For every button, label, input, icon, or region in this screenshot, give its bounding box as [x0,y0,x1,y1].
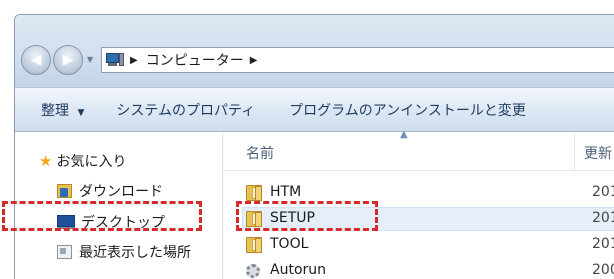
chevron-down-icon: ▼ [77,107,85,118]
file-date: 201 [592,236,614,252]
file-date: 201 [592,184,614,200]
breadcrumb-chevron-icon[interactable]: ▶ [250,55,258,66]
computer-icon [106,53,124,67]
column-divider[interactable] [574,133,575,171]
sort-ascending-icon: ▲ [400,129,408,140]
download-folder-icon [57,183,73,199]
address-bar[interactable]: ▶ コンピューター ▶ [101,47,614,73]
file-date: 201 [592,210,614,226]
folder-icon [246,211,262,227]
folder-icon [246,237,262,253]
back-arrow-icon: ◀ [30,52,42,68]
nav-item-label: デスクトップ [81,215,165,231]
nav-item-label: お気に入り [56,154,127,170]
system-properties-button[interactable]: システムのプロパティ [116,100,255,120]
explorer-screenshot: ◀ ▶ ▼ ▶ コンピューター ▶ 整理 ▼ システムのプロパティ プログラムの… [0,0,614,279]
forward-button[interactable]: ▶ [53,45,83,75]
nav-item-desktop[interactable]: デスクトップ [57,210,165,234]
forward-arrow-icon: ▶ [62,52,74,68]
settings-file-icon [246,264,260,278]
column-header-date-modified[interactable]: 更新 [584,143,612,163]
file-row-autorun[interactable]: Autorun 200 [224,259,614,279]
nav-item-downloads[interactable]: ダウンロード [57,179,163,203]
desktop-icon [57,215,75,229]
column-header-name[interactable]: 名前 [246,143,274,163]
file-list: ▲ 名前 更新 HTM 201 SETUP 201 TOOL 201 [224,129,614,279]
file-name: HTM [270,184,302,200]
folder-icon [246,185,262,201]
command-bar: 整理 ▼ システムのプロパティ プログラムのアンインストールと変更 [15,87,614,132]
breadcrumb-computer[interactable]: コンピューター [146,50,244,70]
uninstall-program-button[interactable]: プログラムのアンインストールと変更 [289,100,526,120]
file-row-setup[interactable]: SETUP 201 [224,207,614,231]
file-name: SETUP [270,210,315,226]
file-row-htm[interactable]: HTM 201 [224,181,614,205]
nav-item-label: ダウンロード [79,184,163,200]
organize-label: 整理 [41,102,69,119]
navigation-bar: ◀ ▶ ▼ ▶ コンピューター ▶ [15,15,614,87]
nav-item-favorites[interactable]: ★ お気に入り [39,149,126,173]
back-button[interactable]: ◀ [21,45,51,75]
breadcrumb-separator[interactable]: ▶ [130,55,138,66]
column-header-row: ▲ 名前 更新 [224,129,614,171]
organize-button[interactable]: 整理 ▼ [41,100,84,120]
explorer-window: ◀ ▶ ▼ ▶ コンピューター ▶ 整理 ▼ システムのプロパティ プログラムの… [14,14,614,279]
recent-places-icon [57,244,73,260]
file-name: Autorun [270,262,327,278]
file-name: TOOL [270,236,309,252]
recent-pages-dropdown[interactable]: ▼ [87,55,97,65]
star-icon: ★ [39,152,53,170]
nav-item-recent-places[interactable]: 最近表示した場所 [57,240,191,264]
top-margin [0,0,614,14]
navigation-pane: ★ お気に入り ダウンロード デスクトップ 最近表示した場所 [15,133,223,279]
file-date: 200 [592,262,614,278]
nav-item-label: 最近表示した場所 [79,245,191,261]
file-row-tool[interactable]: TOOL 201 [224,233,614,257]
